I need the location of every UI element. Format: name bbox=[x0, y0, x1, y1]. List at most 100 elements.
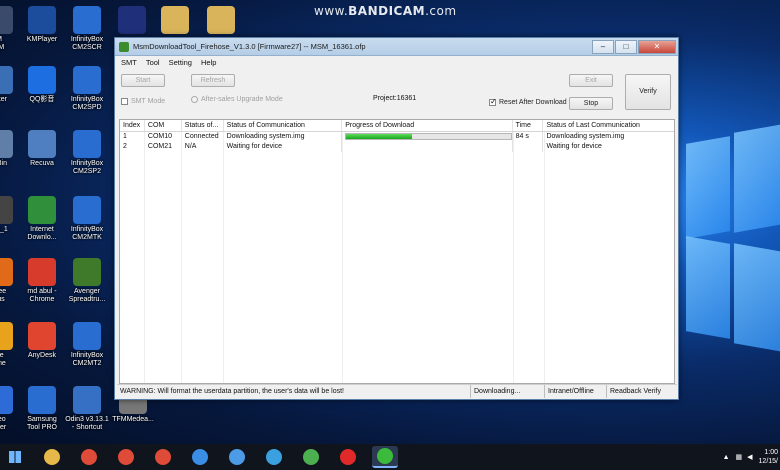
app-icon bbox=[28, 130, 56, 158]
ie-icon bbox=[266, 449, 282, 465]
desktop-icon[interactable]: InfinityBox CM2SPD bbox=[62, 66, 112, 112]
table-row[interactable]: 2 COM21 N/A Waiting for device Waiting f… bbox=[120, 142, 674, 152]
desktop-icon[interactable]: Samsung Tool PRO bbox=[17, 386, 67, 432]
desktop-icon[interactable] bbox=[196, 6, 246, 36]
clock[interactable]: 1:00 12/15/ bbox=[759, 448, 780, 466]
taskbar: ▲ ▦ ◀ 1:00 12/15/ bbox=[0, 444, 780, 470]
app-icon bbox=[207, 6, 235, 34]
header-last-communication[interactable]: Status of Last Communication bbox=[543, 120, 674, 131]
verify-mode: Readback Verify bbox=[610, 388, 661, 395]
monitor-icon bbox=[229, 449, 245, 465]
taskbar-file-explorer[interactable] bbox=[39, 446, 65, 468]
desktop-icon-label: QQ影音 bbox=[29, 96, 55, 103]
app-blue-icon bbox=[192, 449, 208, 465]
close-button[interactable]: ✕ bbox=[638, 39, 676, 54]
taskbar-chrome[interactable] bbox=[76, 446, 102, 468]
desktop-icon[interactable]: Avenger Spreadtru... bbox=[62, 258, 112, 304]
windows-start-icon bbox=[9, 451, 21, 463]
taskbar-satellite[interactable] bbox=[298, 446, 324, 468]
desktop-icon[interactable]: InfinityBox CM2SP2 bbox=[62, 130, 112, 176]
app-icon bbox=[0, 6, 13, 34]
stop-button[interactable]: Stop bbox=[569, 97, 613, 110]
desktop-icon[interactable]: KMPlayer bbox=[17, 6, 67, 44]
window-title: MsmDownloadTool_Firehose_V1.3.0 [Firmwar… bbox=[133, 42, 366, 51]
windows-logo-wallpaper bbox=[678, 123, 780, 358]
download-state: Downloading... bbox=[471, 385, 545, 398]
taskbar-app-blue[interactable] bbox=[187, 446, 213, 468]
taskbar-chrome-2[interactable] bbox=[113, 446, 139, 468]
file-explorer-icon bbox=[44, 449, 60, 465]
app-icon bbox=[73, 130, 101, 158]
desktop-icon[interactable]: Recuva bbox=[17, 130, 67, 168]
taskbar-bandicam-record[interactable] bbox=[335, 446, 361, 468]
cell-last-communication: Waiting for device bbox=[546, 143, 602, 150]
taskbar-monitor[interactable] bbox=[224, 446, 250, 468]
status-bar: WARNING: Will format the userdata partit… bbox=[117, 384, 677, 398]
cell-index: 2 bbox=[120, 142, 145, 152]
start-menu-button[interactable] bbox=[2, 446, 28, 468]
desktop-icon[interactable]: InfinityBox CM2SCR bbox=[62, 6, 112, 52]
desktop-icon[interactable]: md abul - Chrome bbox=[17, 258, 67, 304]
toolbar: Start Refresh SMT Mode After-sales Upgra… bbox=[115, 68, 678, 120]
msm-download-tool-window: MsmDownloadTool_Firehose_V1.3.0 [Firmwar… bbox=[114, 37, 679, 400]
smt-mode-checkbox[interactable]: SMT Mode bbox=[121, 98, 165, 105]
menu-help[interactable]: Help bbox=[201, 58, 216, 67]
header-time[interactable]: Time bbox=[513, 120, 544, 131]
bandicam-record-icon bbox=[340, 449, 356, 465]
cell-index: 1 bbox=[120, 132, 145, 142]
tray-chevron-icon[interactable]: ▲ bbox=[723, 454, 730, 461]
app-icon bbox=[28, 322, 56, 350]
desktop-icon-label: KMPlayer bbox=[26, 36, 58, 43]
desktop-icon[interactable]: Internet Downlo... bbox=[17, 196, 67, 242]
title-bar[interactable]: MsmDownloadTool_Firehose_V1.3.0 [Firmwar… bbox=[115, 38, 678, 56]
app-icon bbox=[0, 196, 13, 224]
app-icon bbox=[73, 258, 101, 286]
reset-after-download-checkbox[interactable]: Reset After Download bbox=[489, 97, 567, 106]
desktop-icon[interactable]: InfinityBox CM2MT2 bbox=[62, 322, 112, 368]
network-icon[interactable]: ▦ bbox=[736, 453, 743, 461]
cell-status: Connected bbox=[182, 132, 224, 142]
header-index[interactable]: Index bbox=[120, 120, 145, 131]
taskbar-msm-download-tool[interactable] bbox=[372, 446, 398, 468]
table-header: Index COM Status of... Status of Communi… bbox=[120, 120, 674, 132]
cell-time bbox=[513, 142, 544, 152]
project-label: Project:16361 bbox=[373, 95, 417, 102]
desktop-icon[interactable]: AnyDesk bbox=[17, 322, 67, 360]
exit-button[interactable]: Exit bbox=[569, 74, 613, 87]
app-icon bbox=[0, 130, 13, 158]
app-icon bbox=[0, 66, 13, 94]
taskbar-chrome-3[interactable] bbox=[150, 446, 176, 468]
app-icon bbox=[28, 386, 56, 414]
menu-tool[interactable]: Tool bbox=[146, 58, 160, 67]
minimize-button[interactable]: – bbox=[592, 39, 614, 54]
menu-setting[interactable]: Setting bbox=[169, 58, 192, 67]
desktop-icon[interactable] bbox=[150, 6, 200, 36]
maximize-button[interactable]: □ bbox=[615, 39, 637, 54]
chrome-2-icon bbox=[118, 449, 134, 465]
checkbox-icon bbox=[121, 98, 128, 105]
app-icon bbox=[28, 258, 56, 286]
desktop-icon[interactable]: InfinityBox CM2MTK bbox=[62, 196, 112, 242]
desktop-icon-label: Samsung Tool PRO bbox=[27, 416, 57, 431]
header-progress[interactable]: Progress of Download bbox=[342, 120, 513, 131]
header-status-communication[interactable]: Status of Communication bbox=[224, 120, 343, 131]
verify-button[interactable]: Verify bbox=[625, 74, 671, 110]
taskbar-ie[interactable] bbox=[261, 446, 287, 468]
table-row[interactable]: 1 COM10 Connected Downloading system.img… bbox=[120, 132, 674, 142]
desktop-icon-label: Recuva bbox=[30, 160, 54, 167]
menu-smt[interactable]: SMT bbox=[121, 58, 137, 67]
desktop-icon[interactable]: Odin3 v3.13.1 - Shortcut bbox=[62, 386, 112, 432]
header-com[interactable]: COM bbox=[145, 120, 182, 131]
radio-icon bbox=[191, 96, 198, 103]
device-table: Index COM Status of... Status of Communi… bbox=[119, 119, 675, 384]
desktop-icon[interactable]: QQ影音 bbox=[17, 66, 67, 104]
header-status[interactable]: Status of... bbox=[182, 120, 224, 131]
cell-communication: Waiting for device bbox=[224, 142, 343, 152]
app-icon bbox=[28, 6, 56, 34]
after-sales-upgrade-radio[interactable]: After-sales Upgrade Mode bbox=[191, 96, 283, 103]
volume-icon[interactable]: ◀ bbox=[747, 453, 752, 461]
refresh-button[interactable]: Refresh bbox=[191, 74, 235, 87]
warning-message: WARNING: Will format the userdata partit… bbox=[117, 385, 471, 398]
desktop-icon-label: Odin3 v3.13.1 - Shortcut bbox=[65, 416, 109, 431]
start-button[interactable]: Start bbox=[121, 74, 165, 87]
